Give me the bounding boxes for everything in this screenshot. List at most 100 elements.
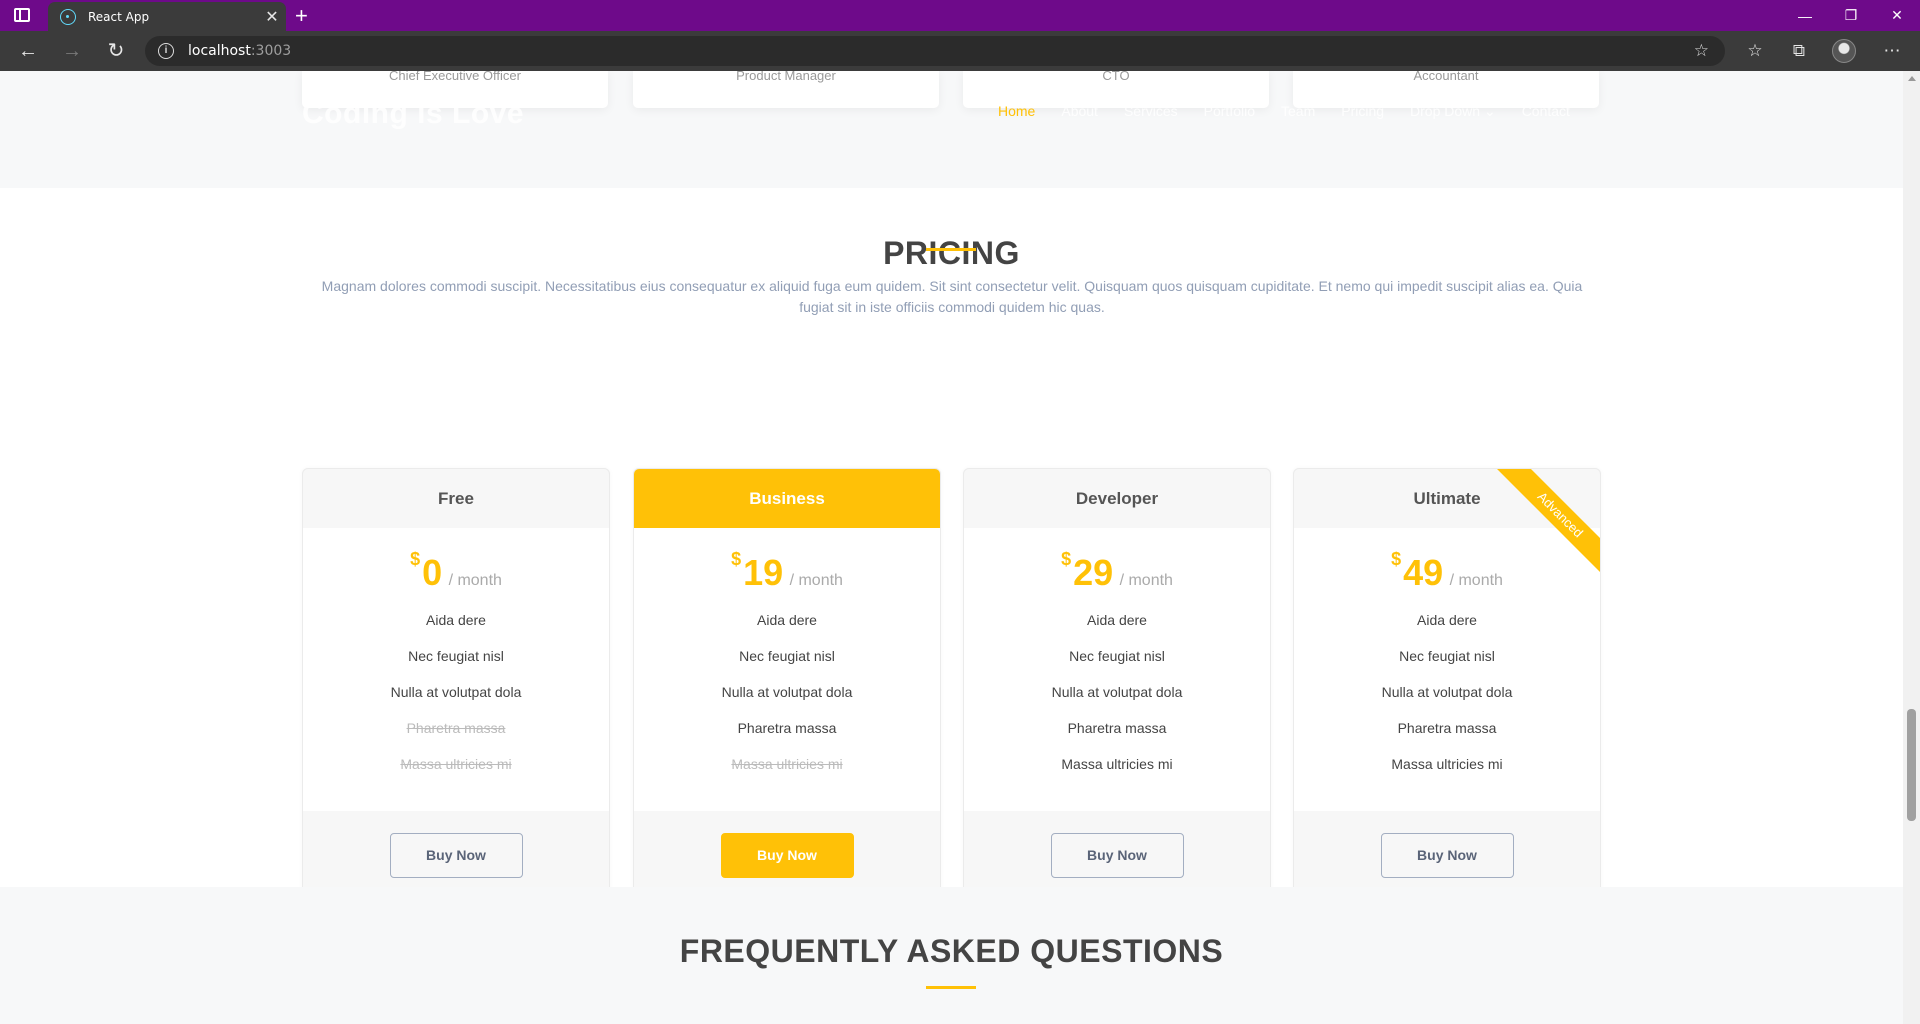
plan-footer: Buy Now — [303, 811, 609, 897]
price-amount: 19 — [743, 552, 784, 593]
scroll-up-icon[interactable] — [1908, 76, 1916, 81]
plan-body: $29 / month Aida dere Nec feugiat nisl Null… — [964, 528, 1270, 811]
nav-pricing[interactable]: Pricing — [1341, 103, 1384, 120]
price-amount: 29 — [1073, 552, 1114, 593]
nav-about[interactable]: About — [1061, 103, 1098, 120]
price-amount: 49 — [1403, 552, 1444, 593]
address-bar[interactable]: i localhost:3003 ☆ — [145, 36, 1725, 66]
feature-item: Nulla at volutpat dola — [390, 684, 522, 700]
title-bar: React App ✕ + — ❐ ✕ — [0, 0, 1920, 31]
forward-arrow-icon[interactable]: → — [58, 39, 86, 63]
url-host: localhost — [188, 43, 251, 59]
page-viewport: Chief Executive Officer Product Manager … — [0, 71, 1903, 1024]
nav-services[interactable]: Services — [1124, 103, 1178, 120]
team-role: Accountant — [1413, 71, 1479, 83]
plan-name: Business — [634, 469, 940, 528]
team-role: CTO — [1102, 71, 1130, 83]
buy-now-button[interactable]: Buy Now — [1050, 832, 1184, 878]
feature-item: Aida dere — [426, 612, 486, 628]
feature-item: Pharetra massa — [1397, 720, 1497, 736]
react-favicon-icon — [60, 8, 76, 25]
plan-footer: Buy Now — [634, 811, 940, 897]
collections-icon[interactable]: ⧉ — [1787, 39, 1811, 63]
plan-body: $19 / month Aida dere Nec feugiat nisl Null… — [634, 528, 940, 811]
feature-list: Aida dere Nec feugiat nisl Nulla at volutp… — [634, 610, 940, 790]
favorites-icon[interactable]: ☆ — [1743, 39, 1767, 63]
url-port: :3003 — [250, 43, 292, 59]
window-controls: — ❐ ✕ — [1782, 0, 1920, 31]
page-scrollbar[interactable] — [1903, 71, 1920, 1024]
site-info-icon[interactable]: i — [158, 43, 174, 59]
team-role: Product Manager — [736, 71, 836, 83]
team-role: Chief Executive Officer — [389, 71, 521, 83]
pricing-section: PRICING Magnam dolores commodi suscipit.… — [0, 188, 1903, 898]
faq-title: FREQUENTLY ASKED QUESTIONS — [679, 933, 1224, 969]
pricing-cards: Free $0 / month Aida dere Nec feugiat nisl N… — [0, 188, 1903, 898]
nav-team[interactable]: Team — [1281, 103, 1315, 120]
feature-item: Nulla at volutpat dola — [1051, 684, 1183, 700]
nav-portfolio[interactable]: Portfolio — [1204, 103, 1255, 120]
plan-price: $19 / month — [634, 549, 940, 594]
tab-title: React App — [88, 9, 150, 24]
url-text: localhost:3003 — [188, 43, 291, 59]
refresh-icon[interactable]: ↻ — [102, 39, 130, 63]
new-tab-button[interactable]: + — [295, 3, 308, 29]
pricing-card-free: Free $0 / month Aida dere Nec feugiat nisl N… — [302, 468, 610, 898]
price-period: / month — [1449, 572, 1503, 589]
more-menu-icon[interactable]: ⋯ — [1880, 39, 1904, 63]
price-amount: 0 — [422, 552, 443, 593]
feature-item: Nec feugiat nisl — [1069, 648, 1165, 664]
feature-list: Aida dere Nec feugiat nisl Nulla at volutp… — [964, 610, 1270, 790]
feature-item: Aida dere — [1417, 612, 1477, 628]
scroll-thumb[interactable] — [1907, 709, 1916, 821]
feature-item: Aida dere — [757, 612, 817, 628]
feature-item: Pharetra massa — [737, 720, 837, 736]
team-card: Product Manager — [633, 71, 939, 108]
pricing-card-developer: Developer $29 / month Aida dere Nec feugiat… — [963, 468, 1271, 898]
close-window-button[interactable]: ✕ — [1874, 0, 1920, 31]
tab-close-icon[interactable]: ✕ — [258, 7, 286, 27]
pricing-card-business: Business $19 / month Aida dere Nec feugiat … — [633, 468, 941, 898]
feature-item: Pharetra massa — [406, 720, 506, 736]
pricing-card-ultimate: Ultimate $49 / month Aida dere Nec feugiat … — [1293, 468, 1601, 898]
site-logo[interactable]: Coding is Love — [302, 97, 524, 131]
restore-button[interactable]: ❐ — [1828, 0, 1874, 31]
plan-body: $0 / month Aida dere Nec feugiat nisl Nulla… — [303, 528, 609, 811]
feature-list: Aida dere Nec feugiat nisl Nulla at volutp… — [303, 610, 609, 790]
team-section: Chief Executive Officer Product Manager … — [0, 71, 1903, 188]
nav-dropdown[interactable]: Drop Down ⌄ — [1410, 103, 1496, 120]
browser-tab[interactable]: React App ✕ — [48, 2, 286, 31]
plan-name: Developer — [1075, 488, 1159, 508]
plan-price: $0 / month — [303, 549, 609, 594]
profile-avatar[interactable] — [1832, 39, 1856, 63]
price-currency: $ — [410, 549, 421, 569]
feature-item: Nec feugiat nisl — [1399, 648, 1495, 664]
feature-item: Massa ultricies mi — [400, 756, 512, 772]
tab-actions-icon[interactable] — [14, 8, 30, 22]
price-period: / month — [789, 572, 843, 589]
price-currency: $ — [731, 549, 742, 569]
feature-item: Nec feugiat nisl — [739, 648, 835, 664]
plan-footer: Buy Now — [1294, 811, 1600, 897]
feature-item: Pharetra massa — [1067, 720, 1167, 736]
buy-now-button[interactable]: Buy Now — [720, 832, 854, 878]
feature-item: Massa ultricies mi — [731, 756, 843, 772]
minimize-button[interactable]: — — [1782, 0, 1828, 31]
nav-home[interactable]: Home — [998, 103, 1035, 120]
faq-section: FREQUENTLY ASKED QUESTIONS — [0, 887, 1903, 1024]
nav-contact[interactable]: Contact — [1522, 103, 1570, 120]
feature-item: Massa ultricies mi — [1061, 756, 1173, 772]
buy-now-button[interactable]: Buy Now — [1380, 832, 1514, 878]
add-favorite-icon[interactable]: ☆ — [1694, 41, 1709, 61]
feature-item: Massa ultricies mi — [1391, 756, 1503, 772]
faq-title-underline — [926, 986, 976, 989]
main-nav: Home About Services Portfolio Team Prici… — [998, 103, 1596, 120]
plan-price: $29 / month — [964, 549, 1270, 594]
plan-footer: Buy Now — [964, 811, 1270, 897]
buy-now-button[interactable]: Buy Now — [389, 832, 523, 878]
back-arrow-icon[interactable]: ← — [14, 39, 42, 63]
feature-list: Aida dere Nec feugiat nisl Nulla at volutp… — [1294, 610, 1600, 790]
feature-item: Nulla at volutpat dola — [1381, 684, 1513, 700]
plan-body: $49 / month Aida dere Nec feugiat nisl Null… — [1294, 528, 1600, 811]
feature-item: Nulla at volutpat dola — [721, 684, 853, 700]
